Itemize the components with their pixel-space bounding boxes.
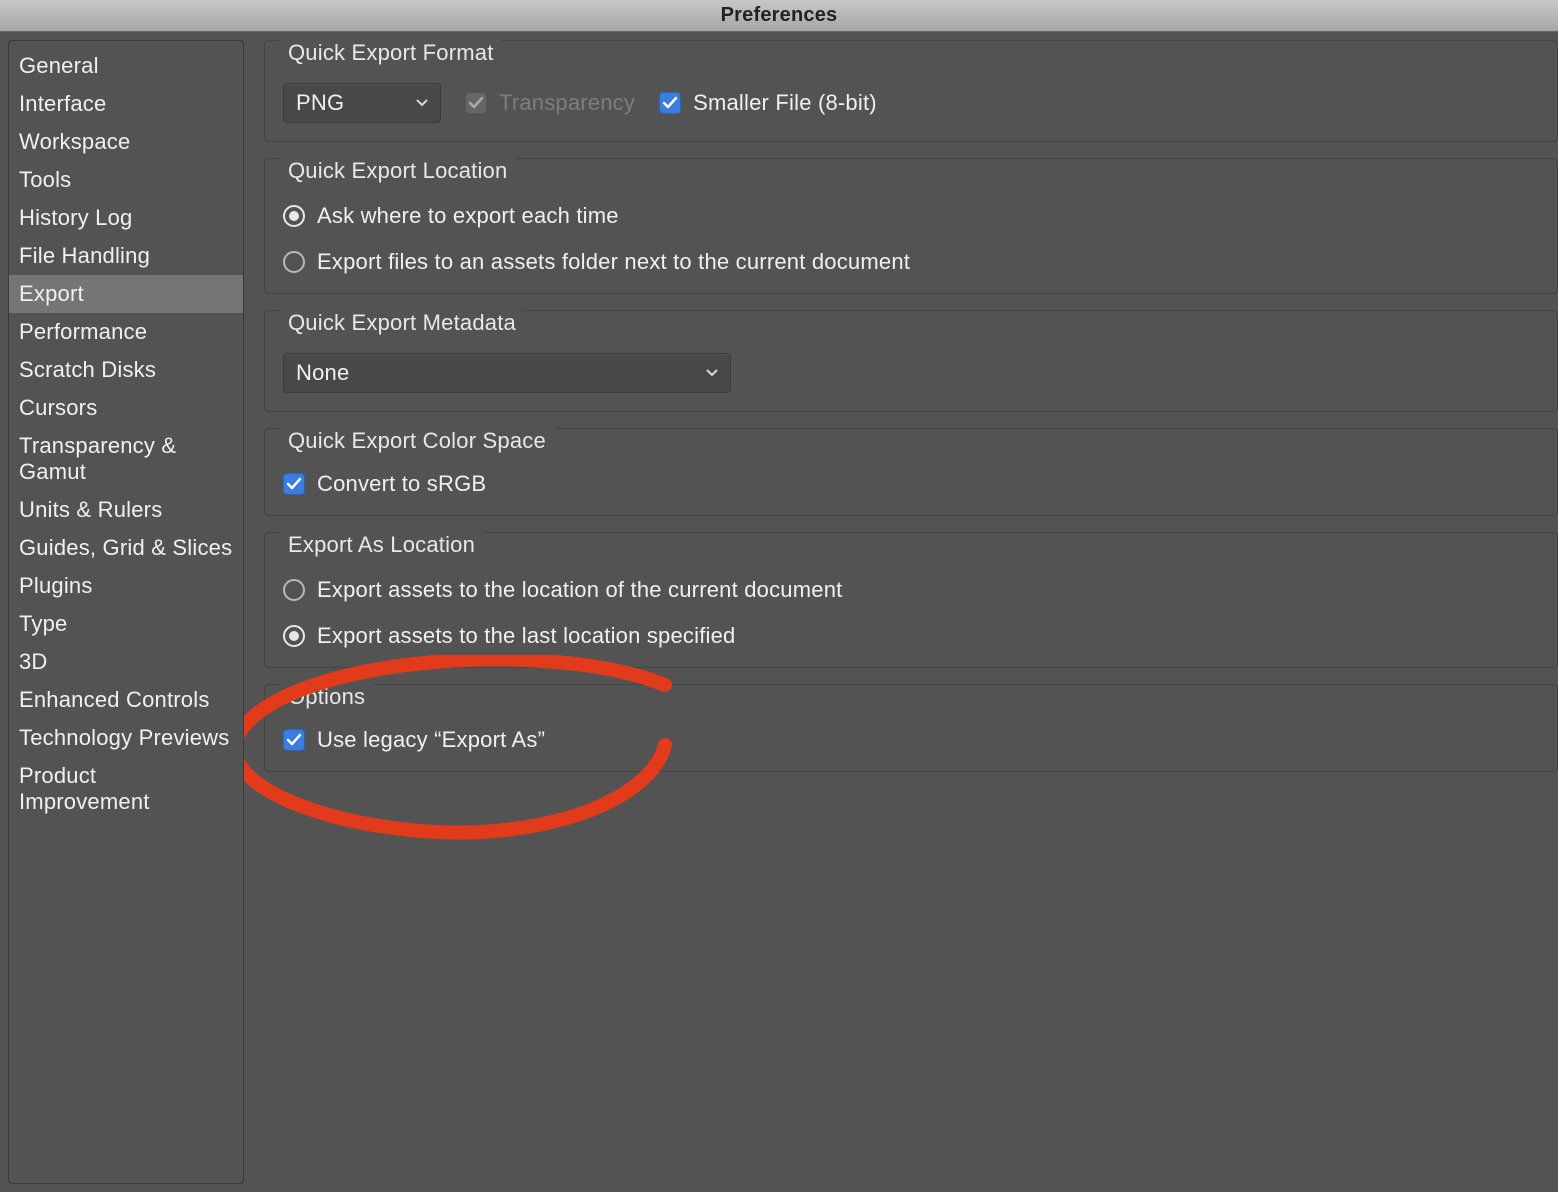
metadata-select-value: None <box>296 360 349 386</box>
preferences-sidebar: General Interface Workspace Tools Histor… <box>8 40 244 1184</box>
section-quick-export-format: Quick Export Format PNG Transparency <box>264 40 1558 142</box>
sidebar-item-file-handling[interactable]: File Handling <box>9 237 243 275</box>
sidebar-item-interface[interactable]: Interface <box>9 85 243 123</box>
window-title: Preferences <box>721 4 838 26</box>
section-legend: Export As Location <box>280 532 483 558</box>
format-select-value: PNG <box>296 90 344 116</box>
radio-label: Export assets to the last location speci… <box>317 623 735 649</box>
sidebar-item-transparency-gamut[interactable]: Transparency & Gamut <box>9 427 243 491</box>
sidebar-item-tools[interactable]: Tools <box>9 161 243 199</box>
sidebar-item-enhanced-controls[interactable]: Enhanced Controls <box>9 681 243 719</box>
section-legend: Quick Export Color Space <box>280 428 554 454</box>
sidebar-item-guides-grid-slices[interactable]: Guides, Grid & Slices <box>9 529 243 567</box>
radio-assets-folder[interactable]: Export files to an assets folder next to… <box>283 249 1539 275</box>
check-icon <box>283 729 305 751</box>
section-legend: Options <box>280 684 373 710</box>
section-legend: Quick Export Metadata <box>280 310 524 336</box>
metadata-select[interactable]: None <box>283 353 731 393</box>
check-icon <box>465 92 487 114</box>
transparency-checkbox: Transparency <box>465 90 635 116</box>
transparency-label: Transparency <box>499 90 635 116</box>
format-select[interactable]: PNG <box>283 83 441 123</box>
section-quick-export-metadata: Quick Export Metadata None <box>264 310 1558 412</box>
radio-icon <box>283 251 305 273</box>
section-export-as-location: Export As Location Export assets to the … <box>264 532 1558 668</box>
sidebar-item-workspace[interactable]: Workspace <box>9 123 243 161</box>
radio-icon <box>283 205 305 227</box>
radio-current-doc-location[interactable]: Export assets to the location of the cur… <box>283 577 1539 603</box>
check-icon <box>659 92 681 114</box>
sidebar-item-units-rulers[interactable]: Units & Rulers <box>9 491 243 529</box>
window-body: General Interface Workspace Tools Histor… <box>0 32 1558 1192</box>
sidebar-item-scratch-disks[interactable]: Scratch Disks <box>9 351 243 389</box>
sidebar-item-3d[interactable]: 3D <box>9 643 243 681</box>
section-quick-export-location: Quick Export Location Ask where to expor… <box>264 158 1558 294</box>
radio-last-location[interactable]: Export assets to the last location speci… <box>283 623 1539 649</box>
sidebar-item-cursors[interactable]: Cursors <box>9 389 243 427</box>
legacy-export-as-checkbox[interactable]: Use legacy “Export As” <box>283 727 545 753</box>
chevron-down-icon <box>416 97 428 109</box>
sidebar-item-plugins[interactable]: Plugins <box>9 567 243 605</box>
radio-icon <box>283 625 305 647</box>
window-titlebar: Preferences <box>0 0 1558 32</box>
radio-label: Export assets to the location of the cur… <box>317 577 842 603</box>
check-icon <box>283 473 305 495</box>
section-legend: Quick Export Format <box>280 40 502 66</box>
section-options: Options Use legacy “Export As” <box>264 684 1558 772</box>
sidebar-item-export[interactable]: Export <box>9 275 243 313</box>
radio-label: Export files to an assets folder next to… <box>317 249 910 275</box>
smaller-file-checkbox[interactable]: Smaller File (8-bit) <box>659 90 877 116</box>
legacy-export-as-label: Use legacy “Export As” <box>317 727 545 753</box>
radio-ask-each-time[interactable]: Ask where to export each time <box>283 203 1539 229</box>
main-panel: Quick Export Format PNG Transparency <box>244 40 1558 1184</box>
sidebar-item-technology-previews[interactable]: Technology Previews <box>9 719 243 757</box>
smaller-file-label: Smaller File (8-bit) <box>693 90 877 116</box>
sidebar-item-product-improvement[interactable]: Product Improvement <box>9 757 243 821</box>
sidebar-item-history-log[interactable]: History Log <box>9 199 243 237</box>
convert-srgb-label: Convert to sRGB <box>317 471 486 497</box>
sidebar-item-type[interactable]: Type <box>9 605 243 643</box>
sidebar-item-performance[interactable]: Performance <box>9 313 243 351</box>
convert-srgb-checkbox[interactable]: Convert to sRGB <box>283 471 486 497</box>
chevron-down-icon <box>706 367 718 379</box>
radio-icon <box>283 579 305 601</box>
section-legend: Quick Export Location <box>280 158 515 184</box>
section-quick-export-color-space: Quick Export Color Space Convert to sRGB <box>264 428 1558 516</box>
sidebar-item-general[interactable]: General <box>9 47 243 85</box>
radio-label: Ask where to export each time <box>317 203 619 229</box>
